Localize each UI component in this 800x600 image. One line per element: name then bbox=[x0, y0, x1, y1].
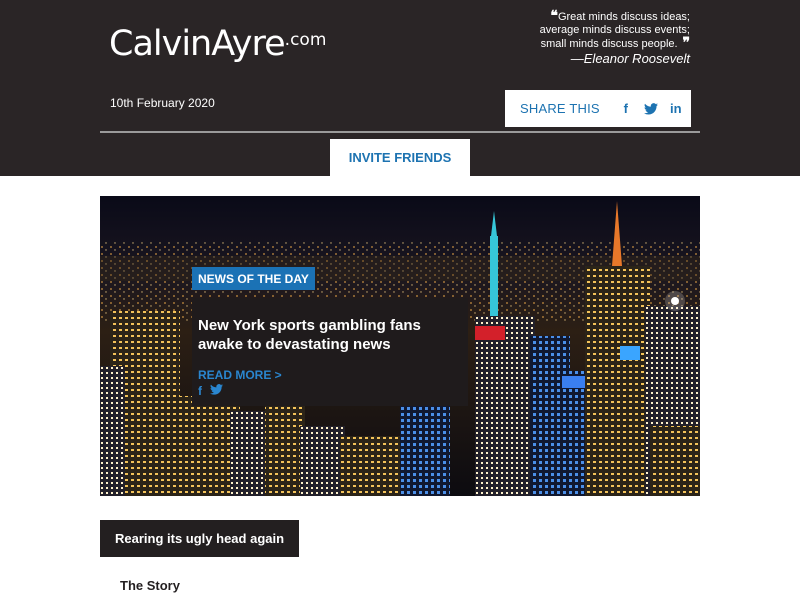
facebook-icon[interactable]: f bbox=[617, 100, 635, 118]
logo-wordmark: CalvinAyre bbox=[109, 24, 286, 64]
facebook-icon[interactable]: f bbox=[198, 384, 202, 398]
headline-share: f bbox=[198, 384, 223, 398]
newsletter-header: CalvinAyre.com ❝Great minds discuss idea… bbox=[0, 0, 800, 176]
share-label: SHARE THIS bbox=[520, 101, 600, 116]
quote-author: —Eleanor Roosevelt bbox=[570, 51, 690, 66]
header-divider bbox=[100, 131, 700, 133]
linkedin-icon[interactable]: in bbox=[667, 100, 685, 118]
quote-line-1: Great minds discuss ideas; bbox=[557, 11, 690, 23]
close-quote-icon: ❞ bbox=[677, 35, 690, 51]
news-of-the-day-tag: NEWS OF THE DAY bbox=[192, 267, 315, 290]
story-label: The Story bbox=[120, 578, 180, 593]
share-bar: SHARE THIS f in bbox=[505, 90, 691, 127]
open-quote-icon: ❝ bbox=[550, 8, 558, 24]
logo-tld: .com bbox=[284, 30, 327, 50]
headline-title[interactable]: New York sports gambling fans awake to d… bbox=[198, 316, 460, 354]
headline-card: New York sports gambling fans awake to d… bbox=[192, 298, 468, 406]
twitter-icon[interactable] bbox=[642, 100, 660, 118]
twitter-icon[interactable] bbox=[210, 384, 223, 398]
issue-date: 10th February 2020 bbox=[110, 96, 215, 110]
invite-friends-button[interactable]: INVITE FRIENDS bbox=[330, 139, 470, 176]
header-quote: ❝Great minds discuss ideas; average mind… bbox=[490, 8, 690, 51]
section-heading: Rearing its ugly head again bbox=[100, 520, 300, 557]
calvinayre-logo[interactable]: CalvinAyre.com bbox=[109, 24, 326, 64]
quote-line-2: average minds discuss events; bbox=[539, 24, 690, 36]
read-more-link[interactable]: READ MORE > bbox=[198, 368, 282, 382]
quote-line-3: small minds discuss people. bbox=[540, 38, 678, 50]
